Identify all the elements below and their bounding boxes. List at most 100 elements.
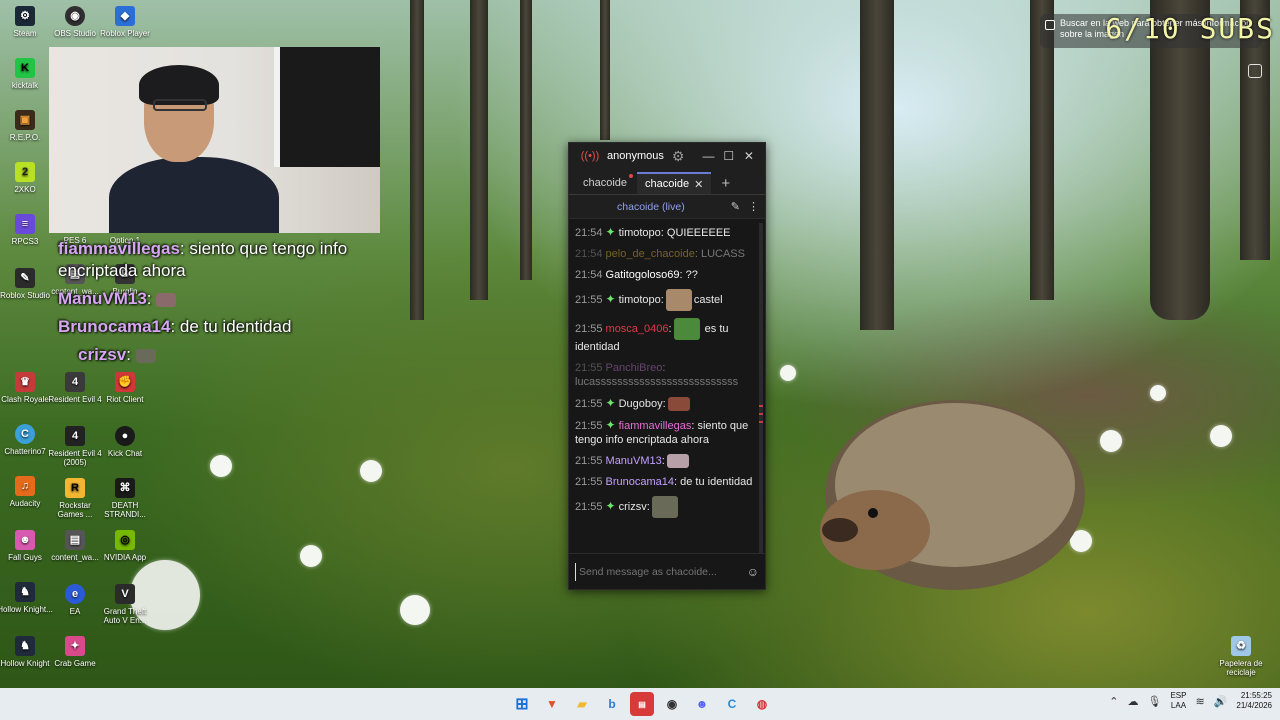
desktop-icon-recycle-bin[interactable]: ♻ Papelera de reciclaje xyxy=(1212,636,1270,677)
chatterino-taskbar-icon[interactable]: C xyxy=(720,692,744,716)
chat-username[interactable]: mosca_0406 xyxy=(606,323,669,335)
rockstar-icon: R xyxy=(65,478,85,498)
chat-message-input[interactable] xyxy=(575,562,747,581)
chrome-icon[interactable]: ◍ xyxy=(750,692,774,716)
flower xyxy=(400,595,430,625)
flower xyxy=(780,365,796,381)
minimize-button[interactable]: — xyxy=(698,149,718,163)
chevron-up-icon[interactable]: ⌃ xyxy=(1109,695,1118,708)
chat-message: 21:55 PanchiBreo: lucasssssssssssssssssss… xyxy=(575,362,739,388)
rpcs3-icon: ≡ xyxy=(15,214,35,234)
overlay-chat-line: crizsv: xyxy=(78,344,358,366)
chat-message: 21:55 mosca_0406: es tu identidad xyxy=(575,318,753,354)
chat-username[interactable]: PanchiBreo xyxy=(606,362,663,374)
lens-capture-icon[interactable] xyxy=(1248,64,1262,78)
desktop-icon-crab-game[interactable]: ✦ Crab Game xyxy=(46,636,104,668)
tree-trunk xyxy=(410,0,424,320)
overlay-chat-user: fiammavillegas xyxy=(58,239,180,258)
tab-chacoide[interactable]: chacoide xyxy=(575,172,635,194)
flower xyxy=(1100,430,1122,452)
emote-pepe xyxy=(673,318,700,340)
emoji-icon[interactable]: ☺ xyxy=(747,565,759,579)
bing-icon[interactable]: b xyxy=(600,692,624,716)
death-stranding-icon: ⌘ xyxy=(115,478,135,498)
scroll-highlight xyxy=(759,421,763,423)
subs-counter: 6/10 SUBS xyxy=(1105,12,1275,45)
overlay-chat-line: fiammavillegas: siento que tengo info en… xyxy=(58,238,358,282)
chat-username[interactable]: timotopo xyxy=(619,227,661,239)
taskbar-apps: ⊞ ▼ ▰ b ▤ ◉ ☻ C ◍ xyxy=(510,692,774,716)
add-tab-button[interactable]: + xyxy=(721,172,730,194)
more-options-icon[interactable]: ⋮ xyxy=(748,200,759,213)
windows-start-icon[interactable]: ⊞ xyxy=(510,692,534,716)
gta-icon: V xyxy=(115,584,135,604)
system-tray: ⌃ ☁ 🎙 ESP LAA ≋ 🔊 21:55:25 21/4/2026 xyxy=(1109,691,1272,711)
desktop-icon-gta[interactable]: V Grand Theft Auto V En... xyxy=(96,584,154,625)
tab-chacoide-active[interactable]: chacoide ✕ xyxy=(637,172,712,194)
chat-titlebar[interactable]: ((•)) anonymous ⚙ — ☐ ✕ xyxy=(569,143,765,169)
hedgehog-image xyxy=(820,400,1085,590)
chat-message: 21:55 ✦ fiammavillegas: siento que tengo i… xyxy=(575,418,749,447)
ea-icon: e xyxy=(65,584,85,604)
obs-taskbar-icon[interactable]: ◉ xyxy=(660,692,684,716)
desktop-icon-riot[interactable]: ✊ Riot Client xyxy=(96,372,154,404)
chat-message: 21:55 ✦ timotopo: castel xyxy=(575,289,753,311)
chat-username[interactable]: crizsv xyxy=(619,501,647,513)
overlay-chat-user: Brunocama14 xyxy=(58,317,171,336)
chat-username[interactable]: pelo_de_chacoide xyxy=(606,248,695,260)
language-indicator[interactable]: ESP LAA xyxy=(1170,691,1186,711)
chat-username[interactable]: Brunocama14 xyxy=(606,476,675,488)
tab-label: chacoide xyxy=(583,177,628,189)
desktop-icon-roblox[interactable]: ◆ Roblox Player xyxy=(96,6,154,38)
webcam-window xyxy=(274,47,380,167)
volume-icon[interactable]: 🔊 xyxy=(1214,695,1228,708)
app-calendar-icon[interactable]: ▤ xyxy=(630,692,654,716)
webcam-person-body xyxy=(109,157,279,233)
desktop-icon-nvidia[interactable]: ◎ NVIDIA App xyxy=(96,530,154,562)
account-name[interactable]: anonymous xyxy=(607,150,664,162)
channel-header[interactable]: chacoide (live) xyxy=(579,201,723,213)
chat-username[interactable]: Gatitogoloso69 xyxy=(606,269,680,281)
emote-car xyxy=(667,397,690,412)
close-tab-icon[interactable]: ✕ xyxy=(694,178,703,191)
flower xyxy=(210,455,232,477)
desktop-icon-repo[interactable]: ▣ R.E.P.O. xyxy=(0,110,54,142)
chat-message: 21:55 ✦ crizsv: xyxy=(575,496,753,519)
desktop-icon-kick-chat[interactable]: ● Kick Chat xyxy=(96,426,154,458)
chatterino-window: ((•)) anonymous ⚙ — ☐ ✕ chacoide chacoid… xyxy=(568,142,766,590)
maximize-button[interactable]: ☐ xyxy=(719,149,739,163)
desktop-icon-kicktalk[interactable]: K kicktalk xyxy=(0,58,54,90)
file-explorer-icon[interactable]: ▰ xyxy=(570,692,594,716)
chat-username[interactable]: ManuVM13 xyxy=(606,455,662,467)
chat-scrollbar[interactable] xyxy=(759,223,763,563)
chat-username[interactable]: Dugoboy xyxy=(619,398,663,410)
tab-label: chacoide xyxy=(645,178,690,190)
chat-username[interactable]: timotopo xyxy=(619,294,661,306)
chatterino-icon: C xyxy=(15,424,35,444)
kick-icon: ● xyxy=(115,426,135,446)
brave-icon[interactable]: ▼ xyxy=(540,692,564,716)
wifi-icon[interactable]: ≋ xyxy=(1195,695,1204,708)
clock[interactable]: 21:55:25 21/4/2026 xyxy=(1236,691,1272,711)
overlay-emote xyxy=(135,348,156,363)
chat-message: 21:54 pelo_de_chacoide: LUCASS xyxy=(575,248,745,260)
overlay-chat-line: ManuVM13: xyxy=(58,288,358,310)
tree-trunk xyxy=(600,0,610,140)
badge-icon: ✦ xyxy=(605,396,616,410)
gear-icon[interactable]: ⚙ xyxy=(672,148,685,165)
emote-castel xyxy=(665,289,692,311)
chat-username[interactable]: fiammavillegas xyxy=(619,420,692,432)
overlay-chat-text: : de tu identidad xyxy=(170,317,292,336)
cloud-icon[interactable]: ☁ xyxy=(1128,695,1139,708)
discord-icon[interactable]: ☻ xyxy=(690,692,714,716)
nvidia-icon: ◎ xyxy=(115,530,135,550)
edit-icon[interactable]: ✎ xyxy=(731,200,740,213)
desktop-icon-2xko[interactable]: 2 2XKO xyxy=(0,162,54,194)
microphone-icon[interactable]: 🎙 xyxy=(1148,695,1162,708)
chat-tabs: chacoide chacoide ✕ + xyxy=(569,169,765,195)
chat-message: 21:55 Brunocama14: de tu identidad xyxy=(575,476,753,489)
desktop-icon-death-stranding[interactable]: ⌘ DEATH STRANDI... xyxy=(96,478,154,519)
obs-icon: ◉ xyxy=(65,6,85,26)
close-button[interactable]: ✕ xyxy=(739,149,759,163)
overlay-chat-text: : xyxy=(126,345,131,364)
